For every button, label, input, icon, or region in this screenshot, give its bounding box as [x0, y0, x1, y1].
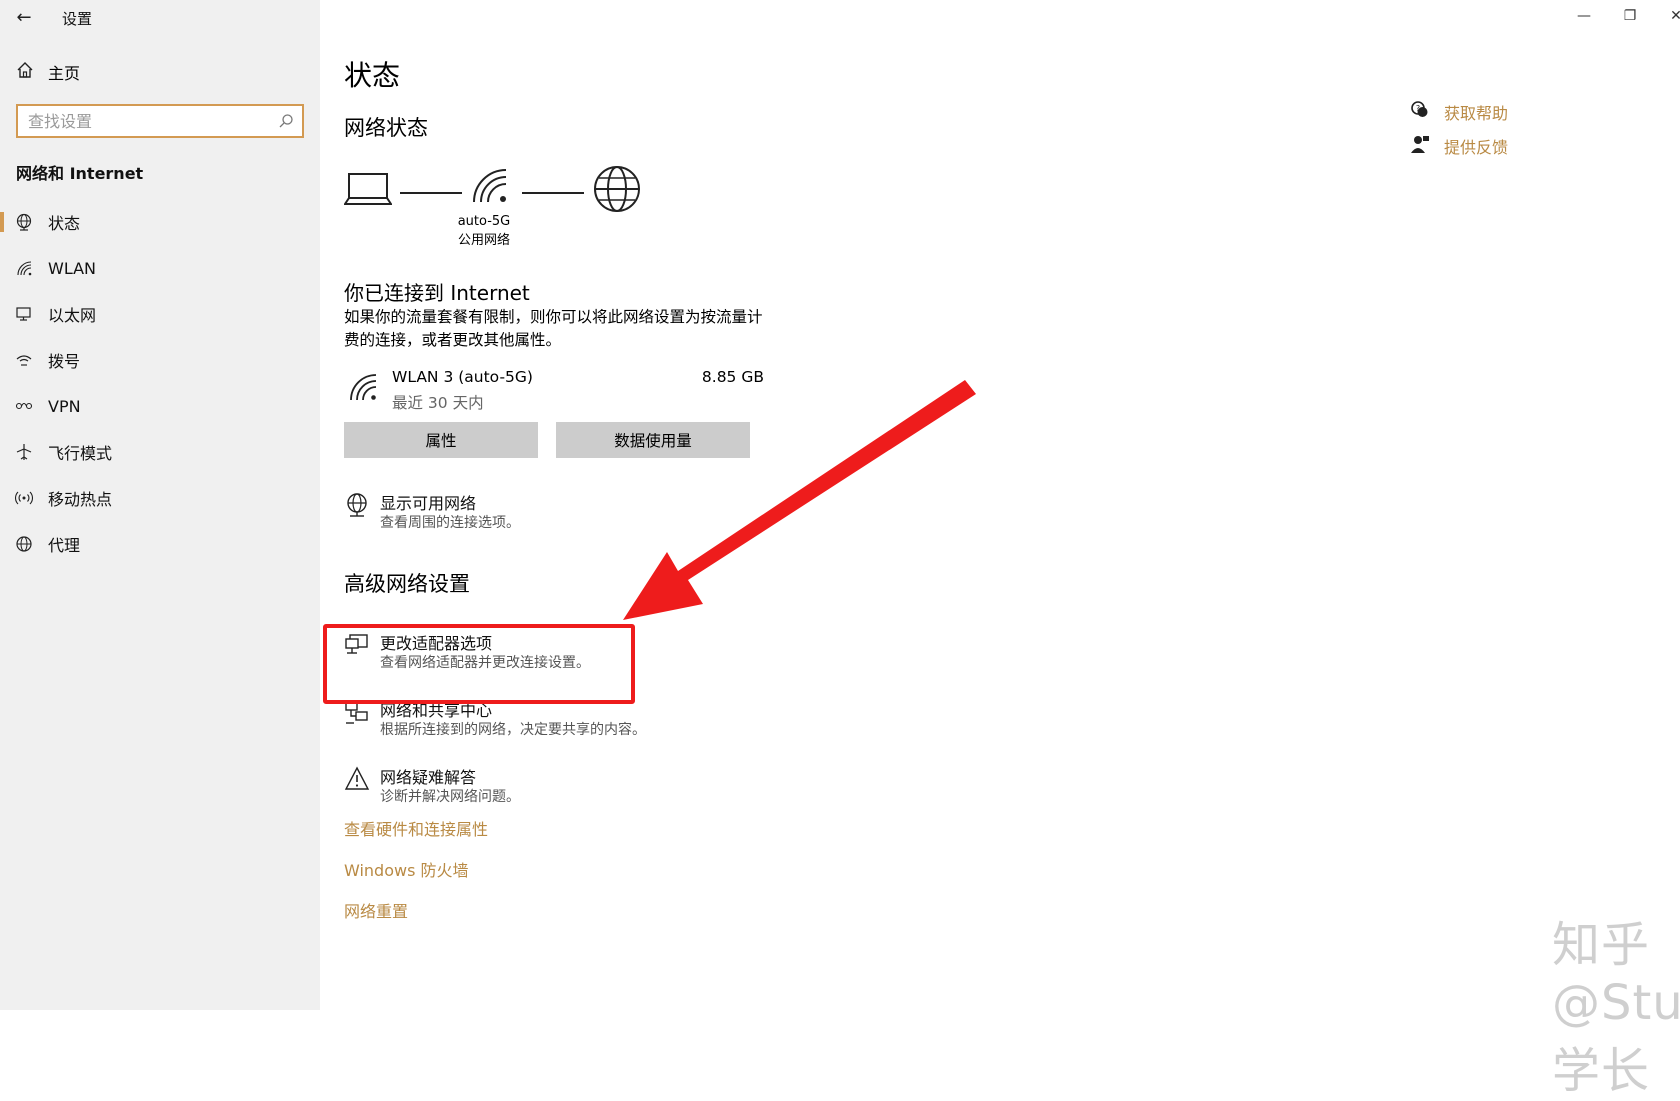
app-title: 设置	[62, 10, 93, 28]
annotation-arrow	[623, 380, 976, 620]
watermark: 知乎 @Study 学长	[1552, 917, 1680, 1099]
sidebar-item-wlan[interactable]: WLAN	[0, 248, 320, 288]
wifi-icon	[14, 258, 34, 278]
search-input[interactable]	[26, 106, 270, 136]
category-heading: 网络和 Internet	[16, 164, 144, 183]
selected-indicator	[0, 212, 4, 232]
search-icon[interactable]	[278, 113, 294, 133]
home-label: 主页	[48, 64, 81, 83]
vpn-icon	[14, 396, 34, 416]
globe-icon	[14, 534, 34, 554]
hotspot-icon	[14, 488, 34, 508]
home-link[interactable]: 主页	[16, 60, 80, 84]
sidebar-item-hotspot[interactable]: 移动热点	[0, 478, 320, 518]
main-content: — ❐ ✕ 状态 网络状态 auto-5G 公用网络 你已连接到 Interne…	[320, 0, 1680, 1099]
sidebar-item-label: 代理	[48, 536, 81, 555]
sidebar-item-label: 拨号	[48, 352, 81, 371]
sidebar-item-label: 以太网	[48, 306, 97, 325]
sidebar-item-dialup[interactable]: 拨号	[0, 340, 320, 380]
ethernet-icon	[14, 304, 34, 324]
sidebar-item-airplane[interactable]: 飞行模式	[0, 432, 320, 472]
search-box[interactable]	[16, 104, 304, 138]
sidebar-item-vpn[interactable]: VPN	[0, 386, 320, 426]
sidebar-item-label: 移动热点	[48, 490, 113, 509]
back-arrow-icon[interactable]: ←	[12, 4, 36, 32]
sidebar-item-ethernet[interactable]: 以太网	[0, 294, 320, 334]
sidebar-item-status[interactable]: 状态	[0, 202, 320, 242]
sidebar-item-label: 飞行模式	[48, 444, 113, 463]
sidebar-item-label: 状态	[48, 214, 81, 233]
sidebar-item-label: VPN	[48, 396, 81, 416]
sidebar: ← 设置 主页 网络和 Internet 状态 WLAN 以太网	[0, 0, 320, 1010]
home-icon	[16, 61, 34, 83]
airplane-icon	[14, 442, 34, 462]
globe-status-icon	[14, 212, 34, 232]
dialup-icon	[14, 350, 34, 370]
sidebar-item-label: WLAN	[48, 258, 97, 278]
sidebar-item-proxy[interactable]: 代理	[0, 524, 320, 564]
